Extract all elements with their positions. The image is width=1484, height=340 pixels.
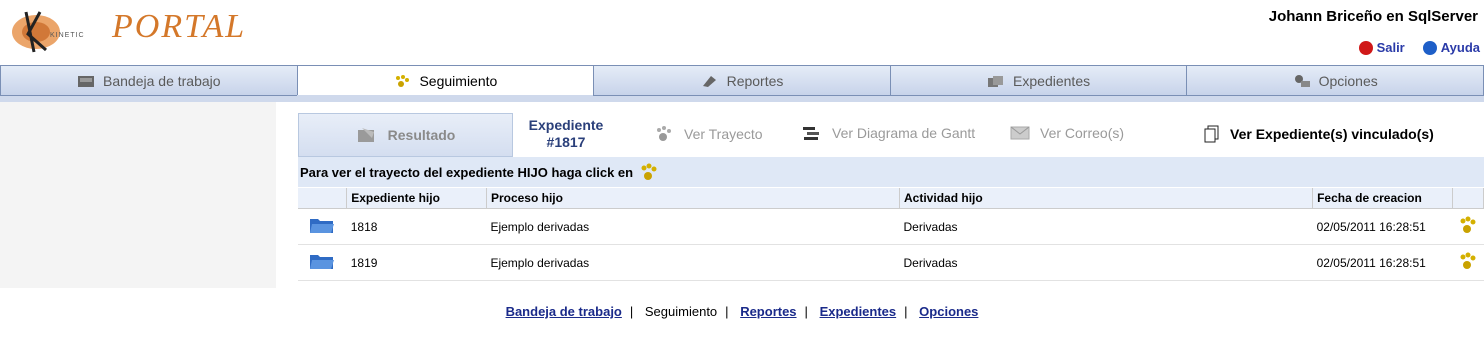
tab-opciones[interactable]: Opciones: [1186, 65, 1484, 96]
table-row: 1818 Ejemplo derivadas Derivadas 02/05/2…: [298, 208, 1484, 245]
subtab-resultado-label: Resultado: [387, 127, 456, 143]
cell-proceso: Ejemplo derivadas: [486, 208, 900, 245]
power-icon: [1358, 40, 1373, 55]
paw-icon: [396, 74, 410, 87]
info-bar: Para ver el trayecto del expediente HIJO…: [298, 157, 1484, 187]
logo-text: PORTAL: [112, 8, 247, 45]
expediente-number: #1817: [546, 134, 586, 150]
footer-separator: |: [904, 304, 908, 319]
result-icon: [357, 128, 374, 142]
subtab-ver-gantt[interactable]: Ver Diagrama de Gantt: [802, 125, 975, 141]
mail-icon: [1010, 126, 1030, 140]
paw-icon[interactable]: [1458, 215, 1478, 235]
logo-mark-icon: [12, 11, 60, 53]
tab-reportes[interactable]: Reportes: [593, 65, 890, 96]
row-paw-cell: [1452, 244, 1484, 281]
header-fecha-creacion: Fecha de creacion: [1312, 188, 1453, 209]
cell-fecha: 02/05/2011 16:28:51: [1312, 208, 1453, 245]
tab-expedientes-label: Expedientes: [1013, 72, 1091, 89]
paw-icon: [641, 163, 657, 180]
help-label: Ayuda: [1440, 40, 1480, 55]
children-table: Expediente hijo Proceso hijo Actividad h…: [298, 188, 1484, 281]
header-paw-col: [1452, 188, 1484, 209]
ver-correo-label: Ver Correo(s): [1040, 125, 1125, 141]
cell-proceso: Ejemplo derivadas: [486, 244, 900, 281]
tab-expedientes[interactable]: Expedientes: [889, 65, 1187, 96]
tab-bandeja-label: Bandeja de trabajo: [103, 72, 221, 89]
gantt-icon: [803, 127, 819, 140]
tab-reportes-label: Reportes: [726, 72, 784, 89]
folders-icon: [988, 75, 1004, 87]
subtab-ver-correo[interactable]: Ver Correo(s): [1010, 125, 1124, 141]
footer-link-opciones[interactable]: Opciones: [919, 304, 978, 319]
help-icon: [1422, 40, 1437, 55]
linked-doc-icon: [1204, 125, 1219, 143]
cell-actividad: Derivadas: [899, 244, 1313, 281]
folder-icon[interactable]: [309, 215, 335, 235]
info-text: Para ver el trayecto del expediente HIJO…: [300, 164, 634, 180]
logout-label: Salir: [1376, 40, 1405, 55]
footer-separator: |: [629, 304, 634, 319]
header-icon-col: [298, 188, 348, 209]
ver-gantt-label: Ver Diagrama de Gantt: [832, 125, 976, 141]
help-link[interactable]: Ayuda: [1422, 40, 1480, 55]
header-actividad-hijo: Actividad hijo: [899, 188, 1314, 209]
subtab-ver-vinculado[interactable]: Ver Expediente(s) vinculado(s): [1204, 125, 1434, 143]
footer-separator: |: [804, 304, 808, 319]
ver-vinculado-label: Ver Expediente(s) vinculado(s): [1230, 126, 1434, 142]
left-panel: [0, 102, 276, 288]
header-proceso-hijo: Proceso hijo: [486, 188, 901, 209]
cell-fecha: 02/05/2011 16:28:51: [1312, 244, 1453, 281]
footer-link-bandeja[interactable]: Bandeja de trabajo: [506, 304, 622, 319]
options-icon: [1294, 74, 1310, 87]
sub-tabs: Resultado Expediente #1817 Ver Trayecto …: [298, 113, 1484, 157]
tab-seguimiento[interactable]: Seguimiento: [296, 65, 594, 95]
main-navigation: Bandeja de trabajo Seguimiento Reportes …: [0, 65, 1484, 96]
report-icon: [702, 75, 716, 87]
tab-opciones-label: Opciones: [1318, 72, 1378, 89]
header-links: Salir Ayuda: [1358, 40, 1480, 55]
subtab-resultado[interactable]: Resultado: [298, 113, 513, 157]
logout-link[interactable]: Salir: [1358, 40, 1405, 55]
logo: KINETIC PORTAL: [6, 6, 266, 54]
footer-link-expedientes[interactable]: Expedientes: [820, 304, 897, 319]
footer-separator: |: [725, 304, 729, 319]
footer-nav: Bandeja de trabajo | Seguimiento | Reporte…: [0, 304, 1484, 319]
paw-gray-icon: [657, 126, 671, 141]
expediente-label: Expediente: [528, 117, 604, 133]
cell-expediente: 1818: [346, 208, 487, 245]
inbox-icon: [78, 75, 95, 87]
tab-bandeja[interactable]: Bandeja de trabajo: [0, 65, 297, 96]
user-connection-label: Johann Briceño en SqlServer: [1268, 8, 1478, 25]
logo-small-text: KINETIC: [50, 32, 85, 39]
ver-trayecto-label: Ver Trayecto: [684, 126, 763, 142]
header-expediente-hijo: Expediente hijo: [346, 188, 487, 209]
paw-icon[interactable]: [1458, 251, 1478, 271]
folder-icon[interactable]: [309, 251, 335, 271]
footer-link-reportes[interactable]: Reportes: [740, 304, 796, 319]
cell-actividad: Derivadas: [899, 208, 1313, 245]
tab-seguimiento-label: Seguimiento: [419, 72, 498, 89]
table-header-row: Expediente hijo Proceso hijo Actividad h…: [298, 188, 1484, 209]
table-row: 1819 Ejemplo derivadas Derivadas 02/05/2…: [298, 244, 1484, 281]
row-paw-cell: [1452, 208, 1484, 245]
cell-expediente: 1819: [346, 244, 487, 281]
footer-current-seguimiento: Seguimiento: [644, 304, 718, 319]
row-folder-cell: [298, 244, 347, 281]
subtab-expediente[interactable]: Expediente #1817: [514, 117, 618, 151]
subtab-ver-trayecto[interactable]: Ver Trayecto: [654, 125, 763, 143]
row-folder-cell: [298, 208, 347, 245]
